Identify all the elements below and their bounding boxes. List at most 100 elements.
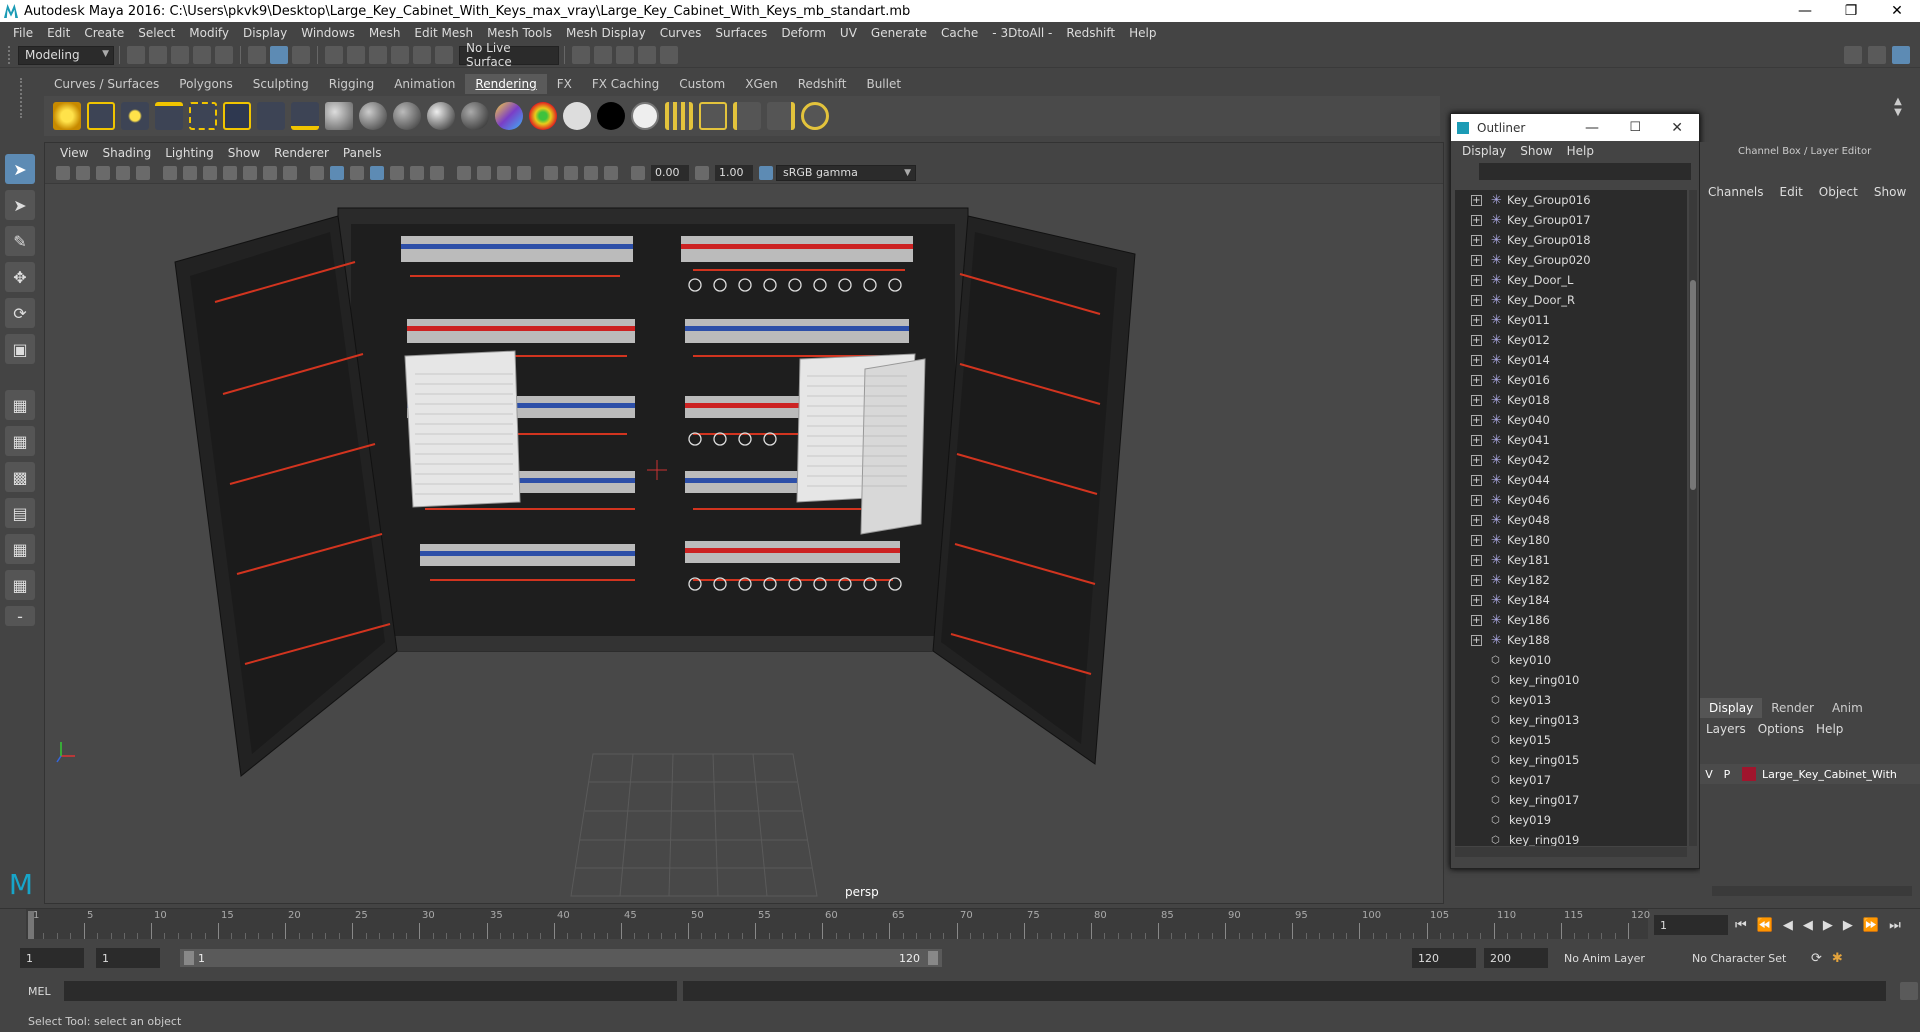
outliner-item[interactable]: + ✳ Key042: [1455, 450, 1687, 470]
outliner-item[interactable]: + ✳ Key016: [1455, 370, 1687, 390]
ipr-icon[interactable]: [801, 102, 829, 130]
ipr-render-icon[interactable]: [616, 46, 634, 64]
expand-icon[interactable]: +: [1471, 434, 1482, 446]
anti-alias-icon[interactable]: [497, 165, 511, 180]
outliner-item[interactable]: ⬡ key013: [1455, 690, 1687, 710]
snap-grid-icon[interactable]: [325, 46, 343, 64]
outliner-item[interactable]: ⬡ key_ring015: [1455, 750, 1687, 770]
shelf-grip[interactable]: [20, 78, 32, 118]
outliner-item[interactable]: + ✳ Key044: [1455, 470, 1687, 490]
surface-shader-icon[interactable]: [631, 102, 659, 130]
redo-icon[interactable]: [215, 46, 233, 64]
tab-sculpting[interactable]: Sculpting: [243, 74, 319, 94]
step-forward-icon[interactable]: ⏩: [1863, 918, 1879, 933]
outliner-item[interactable]: + ✳ Key180: [1455, 530, 1687, 550]
menu-deform[interactable]: Deform: [774, 26, 833, 40]
expand-icon[interactable]: +: [1471, 574, 1482, 586]
menu-edit[interactable]: Edit: [40, 26, 77, 40]
expand-icon[interactable]: +: [1471, 334, 1482, 346]
tab-custom[interactable]: Custom: [669, 74, 735, 94]
wireframe-on-shaded-icon[interactable]: [370, 165, 384, 180]
outliner-item[interactable]: + ✳ Key041: [1455, 430, 1687, 450]
color-management-icon[interactable]: [759, 165, 773, 180]
layer-menu-options[interactable]: Options: [1752, 722, 1810, 736]
layered-shader-icon[interactable]: [529, 102, 557, 130]
xray-icon[interactable]: [564, 165, 578, 180]
exposure-field[interactable]: 0.00: [651, 164, 689, 181]
expand-icon[interactable]: +: [1471, 634, 1482, 646]
go-to-start-icon[interactable]: ⏮: [1735, 918, 1747, 933]
playback-start-field[interactable]: 1: [96, 948, 160, 968]
film-gate-icon[interactable]: [183, 165, 197, 180]
outliner-item[interactable]: + ✳ Key_Group017: [1455, 210, 1687, 230]
color-space-dropdown[interactable]: sRGB gamma ▼: [776, 164, 916, 181]
auto-key-icon[interactable]: ⟳: [1811, 951, 1822, 966]
menu-modify[interactable]: Modify: [182, 26, 236, 40]
outliner-item[interactable]: + ✳ Key_Door_L: [1455, 270, 1687, 290]
four-pane-icon[interactable]: ▦: [5, 426, 35, 456]
start-frame-field[interactable]: 1: [20, 948, 84, 968]
tab-animation[interactable]: Animation: [384, 74, 465, 94]
two-pane-icon[interactable]: ▩: [5, 462, 35, 492]
render-view-icon[interactable]: [572, 46, 590, 64]
default-material-icon[interactable]: [350, 165, 364, 180]
move-tool-icon[interactable]: ✥: [5, 262, 35, 292]
wireframe-icon[interactable]: [310, 165, 324, 180]
viewport-menu-view[interactable]: View: [53, 146, 95, 160]
range-start-handle[interactable]: [184, 951, 194, 965]
tab-redshift[interactable]: Redshift: [788, 74, 857, 94]
outliner-item[interactable]: + ✳ Key_Group020: [1455, 250, 1687, 270]
lights-icon[interactable]: [410, 165, 424, 180]
layer-tab-anim[interactable]: Anim: [1823, 698, 1872, 718]
shadows-icon[interactable]: [430, 165, 444, 180]
directional-light-icon[interactable]: [87, 102, 115, 130]
render-frame-icon[interactable]: [594, 46, 612, 64]
select-tool-icon[interactable]: ➤: [5, 154, 35, 184]
outliner-menu-show[interactable]: Show: [1513, 144, 1559, 158]
workspace-icon[interactable]: [1844, 46, 1862, 64]
black-sphere-icon[interactable]: [597, 102, 625, 130]
play-back-icon[interactable]: ◀: [1803, 918, 1813, 933]
ambient-occlusion-icon[interactable]: [457, 165, 471, 180]
viewport-menu-panels[interactable]: Panels: [336, 146, 389, 160]
outliner-item[interactable]: + ✳ Key046: [1455, 490, 1687, 510]
snap-view-icon[interactable]: [391, 46, 409, 64]
outliner-item[interactable]: + ✳ Key_Door_R: [1455, 290, 1687, 310]
phonge-sphere-icon[interactable]: [427, 102, 455, 130]
menu-mesh-tools[interactable]: Mesh Tools: [480, 26, 559, 40]
close-button[interactable]: ✕: [1874, 3, 1920, 19]
expand-icon[interactable]: +: [1471, 394, 1482, 406]
smooth-shade-icon[interactable]: [330, 165, 344, 180]
mode-dropdown[interactable]: Modeling ▼: [18, 45, 114, 65]
time-ruler[interactable]: 1 5 10 15 20 25 30 35 40 45 50 55 60 65 70 75 80 85 90 95 10…: [26, 909, 1650, 939]
phong-sphere-icon[interactable]: [393, 102, 421, 130]
layer-playback-toggle[interactable]: P: [1718, 768, 1736, 781]
tab-rendering[interactable]: Rendering: [465, 74, 547, 94]
outliner-item[interactable]: + ✳ Key188: [1455, 630, 1687, 650]
undo-icon[interactable]: [193, 46, 211, 64]
expand-icon[interactable]: +: [1471, 494, 1482, 506]
outliner-item[interactable]: ⬡ key017: [1455, 770, 1687, 790]
display-layer-row[interactable]: V P Large_Key_Cabinet_With: [1700, 764, 1920, 784]
outliner-item[interactable]: + ✳ Key011: [1455, 310, 1687, 330]
menu-3dtoall[interactable]: - 3DtoAll -: [985, 26, 1059, 40]
tab-xgen[interactable]: XGen: [735, 74, 788, 94]
restore-button[interactable]: ❐: [1828, 3, 1874, 19]
outliner-item[interactable]: ⬡ key_ring017: [1455, 790, 1687, 810]
field-chart-icon[interactable]: [243, 165, 257, 180]
layer-menu-help[interactable]: Help: [1810, 722, 1849, 736]
paint-select-tool-icon[interactable]: ✎: [5, 226, 35, 256]
step-forward-key-icon[interactable]: ▶: [1843, 918, 1853, 933]
character-set-dropdown[interactable]: No Character Set: [1686, 948, 1806, 968]
outliner-vscrollbar[interactable]: [1689, 190, 1697, 846]
menu-display[interactable]: Display: [236, 26, 294, 40]
render-settings-icon[interactable]: [638, 46, 656, 64]
lasso-tool-icon[interactable]: ➤: [5, 190, 35, 220]
menu-surfaces[interactable]: Surfaces: [708, 26, 774, 40]
batch-render-icon[interactable]: [665, 102, 693, 130]
step-back-key-icon[interactable]: ◀: [1783, 918, 1793, 933]
expand-icon[interactable]: +: [1471, 534, 1482, 546]
render-sequence-icon[interactable]: [733, 102, 761, 130]
single-pane-icon[interactable]: ▦: [5, 390, 35, 420]
snap-surface-icon[interactable]: [413, 46, 431, 64]
